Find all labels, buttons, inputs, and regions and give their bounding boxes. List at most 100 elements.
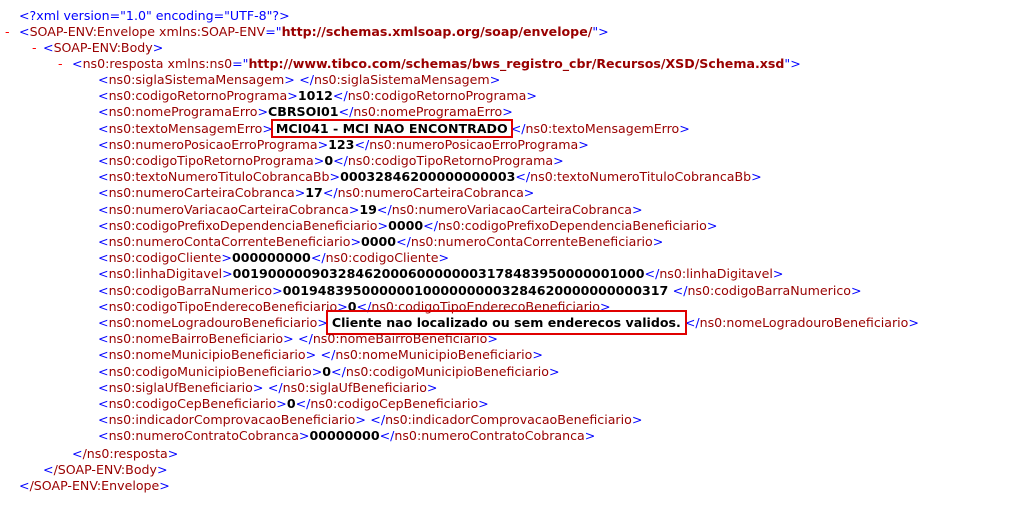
element-value: 0	[286, 396, 296, 411]
element-open-tag: ns0:codigoCepBeneficiario	[108, 396, 277, 411]
element-close-tag: ns0:nomeLogradouroBeneficiario	[699, 315, 909, 330]
element-close-tag: ns0:linhaDigitavel	[659, 266, 773, 281]
xml-element-line: <ns0:codigoCepBeneficiario>0</ns0:codigo…	[98, 396, 489, 411]
element-open-tag: ns0:numeroPosicaoErroPrograma	[108, 137, 318, 152]
element-close-tag: ns0:siglaUfBeneficiario	[282, 380, 427, 395]
element-value: 17	[305, 185, 323, 200]
element-close-tag: ns0:numeroVariacaoCarteiraCobranca	[391, 202, 632, 217]
element-value: 0019000009032846200060000000317848395000…	[232, 266, 645, 281]
element-open-tag: ns0:nomeProgramaErro	[108, 104, 258, 119]
element-close-tag: ns0:indicadorComprovacaoBeneficiario	[385, 412, 632, 427]
xml-element-line: <ns0:numeroContratoCobranca>00000000</ns…	[98, 428, 596, 443]
xml-element-line: <ns0:codigoBarraNumerico>001948395000000…	[98, 283, 862, 298]
body-open-line: - <SOAP-ENV:Body>	[32, 40, 164, 56]
element-close-tag: ns0:codigoBarraNumerico	[687, 283, 851, 298]
envelope-open-line: - <SOAP-ENV:Envelope xmlns:SOAP-ENV="http…	[5, 24, 609, 40]
element-close-tag: ns0:codigoCepBeneficiario	[310, 396, 479, 411]
element-open-tag: ns0:linhaDigitavel	[108, 266, 223, 281]
resposta-attr-name: xmlns:ns0	[167, 56, 233, 71]
envelope-attr-value: http://schemas.xmlsoap.org/soap/envelope…	[281, 24, 593, 39]
xml-element-line: <ns0:textoNumeroTituloCobrancaBb>0003284…	[98, 169, 762, 184]
resposta-close-tag: /ns0:resposta	[82, 446, 168, 461]
element-value: 0	[324, 153, 334, 168]
element-open-tag: ns0:nomeLogradouroBeneficiario	[108, 315, 318, 330]
xml-element-line: <ns0:numeroVariacaoCarteiraCobranca>19</…	[98, 202, 643, 217]
xml-declaration: <?xml version="1.0" encoding="UTF-8"?>	[0, 8, 290, 24]
xml-element-line: <ns0:numeroCarteiraCobranca>17</ns0:nume…	[98, 185, 535, 200]
element-open-tag: ns0:textoMensagemErro	[108, 121, 263, 136]
resposta-tag: ns0:resposta	[82, 56, 164, 71]
xml-element-line: <ns0:nomeBairroBeneficiario> </ns0:nomeB…	[98, 331, 498, 346]
element-close-tag: ns0:nomeProgramaErro	[353, 104, 503, 119]
resposta-open-line: - <ns0:resposta xmlns:ns0="http://www.tib…	[58, 56, 801, 72]
element-open-tag: ns0:numeroVariacaoCarteiraCobranca	[108, 202, 349, 217]
envelope-close-line: </SOAP-ENV:Envelope>	[19, 478, 170, 493]
element-value: 0	[322, 364, 332, 379]
element-open-tag: ns0:siglaSistemaMensagem	[108, 72, 285, 87]
xml-element-line: <ns0:siglaUfBeneficiario> </ns0:siglaUfB…	[98, 380, 438, 395]
xml-element-line: <ns0:codigoRetornoPrograma>1012</ns0:cod…	[98, 88, 537, 103]
element-value: 0000	[361, 234, 397, 249]
xml-element-line: <ns0:codigoMunicipioBeneficiario>0</ns0:…	[98, 364, 560, 379]
element-open-tag: ns0:numeroContratoCobranca	[108, 428, 299, 443]
body-close-tag: /SOAP-ENV:Body	[53, 462, 157, 477]
element-value: 19	[359, 202, 377, 217]
element-value: CBRSOI01	[268, 104, 339, 119]
element-close-tag: ns0:codigoMunicipioBeneficiario	[345, 364, 549, 379]
element-close-tag: ns0:textoNumeroTituloCobrancaBb	[530, 169, 752, 184]
xml-element-line: <ns0:siglaSistemaMensagem> </ns0:siglaSi…	[98, 72, 501, 87]
xml-element-line: <ns0:codigoPrefixoDependenciaBeneficiari…	[98, 218, 718, 233]
body-tag: SOAP-ENV:Body	[53, 40, 153, 55]
element-open-tag: ns0:nomeBairroBeneficiario	[108, 331, 284, 346]
element-close-tag: ns0:numeroContaCorrenteBeneficiario	[410, 234, 653, 249]
xml-element-line: <ns0:nomeProgramaErro>CBRSOI01</ns0:nome…	[98, 104, 513, 119]
xml-element-line: <ns0:numeroPosicaoErroPrograma>123</ns0:…	[98, 137, 589, 152]
xml-element-line: <ns0:nomeLogradouroBeneficiario> Cliente …	[0, 310, 919, 335]
element-close-tag: ns0:nomeMunicipioBeneficiario	[335, 347, 533, 362]
element-close-tag: ns0:numeroCarteiraCobranca	[337, 185, 524, 200]
highlighted-element-value: MCI041 - MCI NAO ENCONTRADO	[270, 119, 513, 138]
xml-element-line: <ns0:textoMensagemErro> MCI041 - MCI NAO …	[98, 119, 690, 138]
element-value: 0000	[388, 218, 424, 233]
element-close-tag: ns0:codigoTipoRetornoPrograma	[347, 153, 554, 168]
element-close-tag: ns0:codigoCliente	[325, 250, 439, 265]
resposta-close-line: </ns0:resposta>	[72, 446, 179, 461]
element-close-tag: ns0:siglaSistemaMensagem	[314, 72, 490, 87]
element-value: 1012	[297, 88, 333, 103]
xml-element-line: <ns0:codigoCliente>000000000</ns0:codigo…	[98, 250, 450, 265]
element-open-tag: ns0:codigoRetornoPrograma	[108, 88, 288, 103]
element-value: 123	[328, 137, 355, 152]
element-open-tag: ns0:nomeMunicipioBeneficiario	[108, 347, 306, 362]
element-close-tag: ns0:textoMensagemErro	[525, 121, 680, 136]
element-open-tag: ns0:textoNumeroTituloCobrancaBb	[108, 169, 330, 184]
envelope-attr-name: xmlns:SOAP-ENV	[159, 24, 266, 39]
element-value: 00000000	[309, 428, 380, 443]
element-open-tag: ns0:numeroCarteiraCobranca	[108, 185, 295, 200]
element-open-tag: ns0:codigoCliente	[108, 250, 222, 265]
element-open-tag: ns0:codigoTipoRetornoPrograma	[108, 153, 314, 168]
highlighted-element-value: Cliente nao localizado ou sem enderecos …	[325, 310, 687, 335]
element-open-tag: ns0:numeroContaCorrenteBeneficiario	[108, 234, 351, 249]
envelope-collapse-toggle[interactable]: -	[5, 24, 10, 40]
element-close-tag: ns0:codigoRetornoPrograma	[347, 88, 527, 103]
xml-document-view: <?xml version="1.0" encoding="UTF-8"?> -…	[0, 0, 1009, 511]
envelope-close-tag: /SOAP-ENV:Envelope	[29, 478, 160, 493]
resposta-collapse-toggle[interactable]: -	[58, 56, 63, 72]
element-open-tag: ns0:indicadorComprovacaoBeneficiario	[108, 412, 356, 427]
envelope-tag: SOAP-ENV:Envelope	[29, 24, 156, 39]
element-close-tag: ns0:nomeBairroBeneficiario	[312, 331, 488, 346]
element-open-tag: ns0:siglaUfBeneficiario	[108, 380, 253, 395]
resposta-attr-value: http://www.tibco.com/schemas/bws_registr…	[248, 56, 785, 71]
xml-element-line: <ns0:codigoTipoRetornoPrograma>0</ns0:co…	[98, 153, 564, 168]
xml-element-line: <ns0:nomeMunicipioBeneficiario> </ns0:no…	[98, 347, 543, 362]
xml-element-line: <ns0:linhaDigitavel>00190000090328462000…	[98, 266, 784, 281]
xml-element-line: <ns0:numeroContaCorrenteBeneficiario>000…	[98, 234, 664, 249]
element-value: 0019483950000001000000000328462000000000…	[282, 283, 673, 298]
element-close-tag: ns0:numeroContratoCobranca	[394, 428, 585, 443]
body-collapse-toggle[interactable]: -	[32, 40, 37, 56]
element-open-tag: ns0:codigoBarraNumerico	[108, 283, 273, 298]
element-value: 000000000	[231, 250, 311, 265]
element-close-tag: ns0:numeroPosicaoErroPrograma	[369, 137, 579, 152]
element-open-tag: ns0:codigoTipoEnderecoBeneficiario	[108, 299, 338, 314]
element-close-tag: ns0:codigoPrefixoDependenciaBeneficiario	[437, 218, 707, 233]
